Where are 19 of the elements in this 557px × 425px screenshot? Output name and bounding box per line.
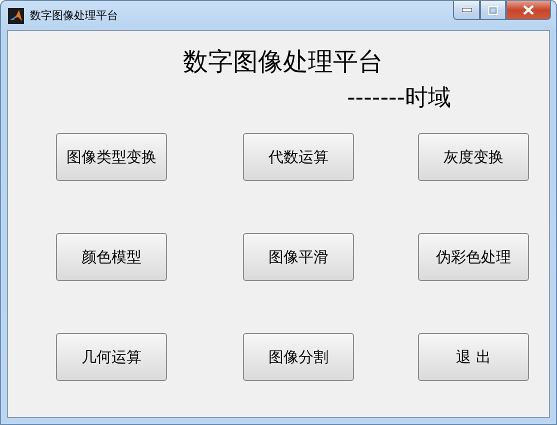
heading-title: 数字图像处理平台 (183, 46, 384, 78)
close-icon (523, 5, 534, 15)
function-button[interactable]: 伪彩色处理 (418, 233, 529, 281)
close-button[interactable] (506, 1, 551, 20)
minimize-icon (462, 8, 472, 12)
function-button[interactable]: 颜色模型 (56, 233, 167, 281)
function-button[interactable]: 代数运算 (243, 133, 354, 181)
app-icon (8, 8, 24, 24)
maximize-button[interactable] (480, 1, 506, 20)
minimize-button[interactable] (453, 1, 480, 20)
function-button[interactable]: 灰度变换 (418, 133, 529, 181)
function-button[interactable]: 图像平滑 (243, 233, 354, 281)
function-button[interactable]: 图像类型变换 (56, 133, 167, 181)
maximize-icon (488, 6, 498, 14)
function-button[interactable]: 退 出 (418, 333, 529, 381)
window-title: 数字图像处理平台 (30, 8, 119, 23)
function-button[interactable]: 图像分割 (243, 333, 354, 381)
function-button[interactable]: 几何运算 (56, 333, 167, 381)
heading-subtitle: -------时域 (347, 84, 452, 113)
